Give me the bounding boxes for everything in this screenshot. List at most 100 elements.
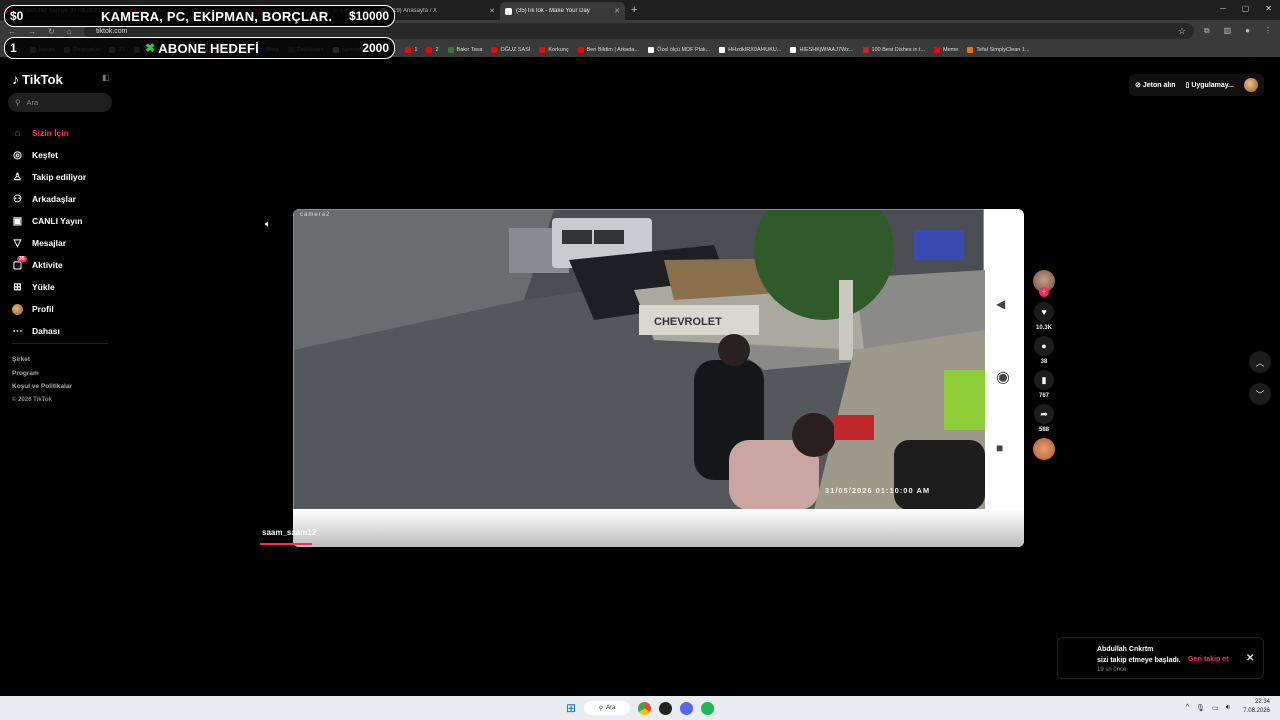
bookmark-item[interactable]: Meme bbox=[934, 46, 958, 53]
profile-icon[interactable]: ● bbox=[1245, 26, 1250, 36]
chevron-down-icon: ﹀ bbox=[1255, 389, 1265, 400]
comment-icon[interactable]: ● bbox=[1034, 336, 1054, 356]
home-page-icon[interactable]: ⌂ bbox=[67, 27, 72, 36]
discord-app-icon[interactable] bbox=[680, 701, 694, 715]
bookmark-favicon bbox=[405, 46, 412, 53]
bookmark-item[interactable]: Özel ölçü MDF Plak... bbox=[648, 46, 710, 53]
send-icon: ▽ bbox=[13, 237, 22, 249]
close-icon[interactable]: ✕ bbox=[1265, 4, 1272, 13]
bookmark-label: Bakır Tava bbox=[456, 46, 483, 53]
close-tab-icon[interactable]: ✕ bbox=[489, 7, 495, 15]
minimize-icon[interactable]: ─ bbox=[1220, 4, 1226, 13]
previous-icon[interactable]: ◀ bbox=[996, 297, 1005, 311]
video-progress[interactable] bbox=[260, 543, 312, 545]
volume-icon[interactable]: 🔈︎ bbox=[265, 219, 271, 230]
clock[interactable]: 22:34 7.08.2026 bbox=[1243, 698, 1270, 716]
live-icon: ▣ bbox=[12, 215, 23, 227]
tiktok-logo[interactable]: ♪ TikTok bbox=[12, 71, 63, 87]
like-action[interactable]: ♥ 10.3K bbox=[1031, 302, 1057, 331]
heart-icon[interactable]: ♥ bbox=[1034, 302, 1054, 322]
speaker-icon[interactable]: 🔊︎ bbox=[1226, 704, 1230, 712]
mic-icon[interactable]: 🎙︎ bbox=[1196, 704, 1205, 712]
tiktok-note-icon: ♪ bbox=[12, 71, 19, 87]
sidebar-item[interactable]: ▢ 35 Aktivite bbox=[12, 254, 116, 276]
sidebar-item-label: Dahası bbox=[32, 326, 60, 336]
search-input[interactable]: ⚲ Ara bbox=[8, 93, 112, 112]
save-action[interactable]: ▮ 767 bbox=[1031, 370, 1057, 399]
follow-back-button[interactable]: Geri takip et bbox=[1188, 656, 1228, 663]
chevron-up-tray-icon[interactable]: ^ bbox=[1186, 704, 1189, 712]
bookmark-item[interactable]: 100 Best Dishes in t... bbox=[862, 46, 925, 53]
chrome-app-icon[interactable] bbox=[638, 701, 652, 715]
get-app-button[interactable]: ▯ Uygulamay... bbox=[1186, 81, 1234, 89]
network-icon[interactable]: ▭ bbox=[1212, 704, 1219, 712]
clock-date: 7.08.2026 bbox=[1243, 708, 1270, 714]
bookmark-label: HHzdkIRX0AI4UKU... bbox=[728, 46, 782, 53]
bookmark-item[interactable]: Korkunç bbox=[539, 46, 569, 53]
sidebar-item[interactable]: ⚇ Arkadaşlar bbox=[12, 188, 116, 210]
author-handle[interactable]: saam_saam12 bbox=[262, 528, 316, 537]
bookmark-label: OĞUZ SASİ bbox=[500, 46, 531, 53]
browser-tab[interactable]: (35)TikTok - Make Your Day ✕ bbox=[500, 2, 625, 20]
get-coins-button[interactable]: ⊘ Jeton alın bbox=[1135, 81, 1176, 89]
footer-link-program[interactable]: Program bbox=[12, 367, 72, 381]
bookmark-favicon bbox=[862, 46, 869, 53]
sidebar-item[interactable]: Profil bbox=[12, 298, 116, 320]
bookmark-favicon bbox=[967, 46, 974, 53]
close-notification-icon[interactable]: ✕ bbox=[1246, 653, 1254, 664]
sidebar-item[interactable]: ⊞ Yükle bbox=[12, 276, 116, 298]
new-tab-button[interactable]: + bbox=[631, 4, 637, 16]
bookmark-item[interactable]: Tefal SimplyClean 1... bbox=[967, 46, 1030, 53]
extensions-icon[interactable]: ⧉ bbox=[1204, 26, 1210, 36]
bookmark-item[interactable]: HIESHKjWIAAJ7Wz... bbox=[790, 46, 854, 53]
share-icon[interactable]: ➦ bbox=[1034, 404, 1054, 424]
back-icon[interactable]: ← bbox=[8, 27, 16, 36]
bookmark-item[interactable]: HHzdkIRX0AI4UKU... bbox=[719, 46, 782, 53]
sidebar-item-label: Aktivite bbox=[32, 260, 63, 270]
sidebar-item-label: Mesajlar bbox=[32, 238, 67, 248]
bookmark-item[interactable]: 2 bbox=[426, 46, 439, 53]
video-player[interactable]: CHEVROLET camera2 31/05/2026 01:10:00 AM… bbox=[293, 209, 1024, 547]
sidebar-icon[interactable]: ▥ bbox=[1224, 26, 1232, 36]
goal-target: $10000 bbox=[348, 9, 389, 23]
music-disc[interactable] bbox=[1031, 438, 1057, 460]
bookmark-item[interactable]: Ben Bildim | Arkada... bbox=[577, 46, 639, 53]
sidebar-item[interactable]: ♙ Takip ediliyor bbox=[12, 166, 116, 188]
menu-icon[interactable]: ⋮ bbox=[1264, 26, 1272, 36]
window-controls: ─ ▢ ✕ bbox=[1220, 4, 1272, 13]
screen: MasterChef Türkiye 07.09.2025✕YouTube✕スプ… bbox=[0, 0, 1280, 720]
sidebar-item[interactable]: ◎ Keşfet bbox=[12, 144, 116, 166]
bookmark-item[interactable]: 1 bbox=[405, 46, 417, 53]
bookmark-item[interactable]: OĞUZ SASİ bbox=[491, 46, 531, 53]
close-tab-icon[interactable]: ✕ bbox=[614, 7, 620, 15]
bookmark-item[interactable]: Bakır Tava bbox=[447, 46, 483, 53]
bookmark-star-icon[interactable]: ☆ bbox=[1178, 26, 1186, 37]
bookmark-favicon bbox=[719, 46, 726, 53]
sidebar-item[interactable]: ▣ CANLI Yayın bbox=[12, 210, 116, 232]
bookmark-icon[interactable]: ▮ bbox=[1034, 370, 1054, 390]
scroll-up-button[interactable]: ︿ bbox=[1249, 351, 1271, 373]
reload-icon[interactable]: ↻ bbox=[48, 27, 55, 36]
comment-action[interactable]: ● 38 bbox=[1031, 336, 1057, 365]
forward-icon[interactable]: → bbox=[28, 27, 36, 36]
footer-link-terms[interactable]: Koşul ve Politikalar bbox=[12, 380, 72, 394]
record-icon[interactable]: ◉ bbox=[996, 367, 1010, 387]
sidebar-item[interactable]: ⋯ Dahası bbox=[12, 320, 116, 342]
maximize-icon[interactable]: ▢ bbox=[1242, 4, 1250, 13]
collapse-sidebar-icon[interactable]: ◧ bbox=[102, 73, 110, 82]
tiktok-sidebar: ♪ TikTok ◧ ⚲ Ara ⌂ Sizin İçin ◎ Keşfet ♙ Taki… bbox=[0, 60, 120, 696]
follow-plus-icon[interactable]: + bbox=[1039, 287, 1049, 297]
taskbar-search[interactable]: ⚲ Ara bbox=[584, 701, 631, 715]
scroll-down-button[interactable]: ﹀ bbox=[1249, 383, 1271, 405]
sidebar-item[interactable]: ▽ Mesajlar bbox=[12, 232, 116, 254]
windows-start-icon[interactable]: ⊞ bbox=[566, 701, 576, 715]
sidebar-item[interactable]: ⌂ Sizin İçin bbox=[12, 122, 116, 144]
obs-app-icon[interactable] bbox=[659, 701, 673, 715]
user-avatar[interactable] bbox=[1244, 78, 1258, 92]
share-action[interactable]: ➦ 588 bbox=[1031, 404, 1057, 433]
stop-icon[interactable]: ■ bbox=[996, 441, 1003, 455]
spotify-app-icon[interactable] bbox=[701, 701, 715, 715]
bookmark-favicon bbox=[447, 46, 454, 53]
creator-avatar[interactable]: + bbox=[1031, 270, 1057, 297]
footer-link-company[interactable]: Şirket bbox=[12, 353, 72, 367]
